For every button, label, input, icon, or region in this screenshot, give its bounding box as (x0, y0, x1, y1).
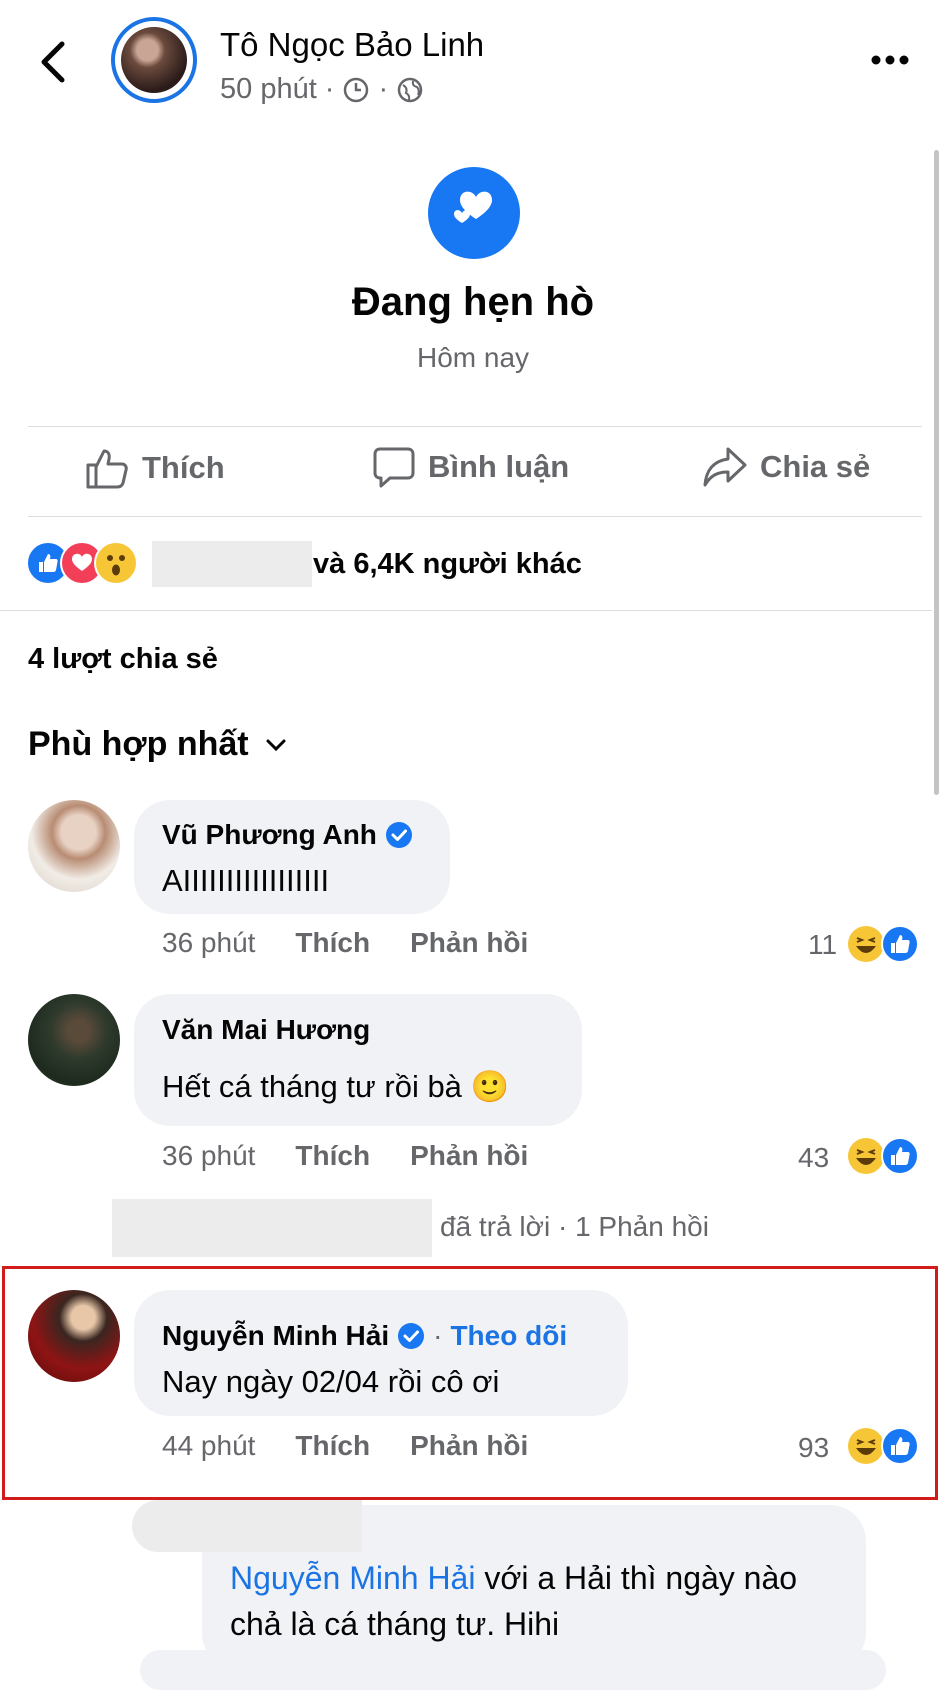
comment-like-button[interactable]: Thích (295, 1430, 370, 1462)
meta-separator: · (324, 73, 335, 105)
wow-reaction-icon (94, 541, 138, 585)
sort-label: Phù hợp nhất (28, 725, 249, 763)
author-name[interactable]: Tô Ngọc Bảo Linh (220, 26, 484, 64)
comment-button[interactable]: Bình luận (372, 445, 569, 489)
post-time[interactable]: 50 phút (220, 73, 317, 106)
scrollbar[interactable] (934, 150, 939, 795)
chevron-down-icon (266, 739, 286, 751)
comment-text: Nay ngày 02/04 rồi cô ơi (162, 1364, 500, 1399)
divider (0, 610, 932, 611)
thumbs-up-icon (86, 449, 128, 489)
comment-meta: 44 phút Thích Phản hồi (162, 1430, 528, 1462)
commenter-name-text: Vũ Phương Anh (162, 819, 377, 850)
divider (28, 426, 922, 427)
follow-separator: · (433, 1320, 443, 1351)
comment-time[interactable]: 44 phút (162, 1430, 255, 1462)
life-event-title: Đang hẹn hò (351, 280, 595, 324)
commenter-name-text: Nguyễn Minh Hải (162, 1320, 390, 1351)
verified-badge-icon (385, 822, 412, 848)
author-avatar[interactable] (121, 27, 187, 93)
clock-icon (344, 77, 369, 102)
comment-reply-button[interactable]: Phản hồi (410, 927, 528, 959)
like-label: Thích (142, 450, 225, 485)
comment-like-button[interactable]: Thích (295, 927, 370, 959)
haha-like-reaction-icons[interactable] (848, 1426, 920, 1466)
blurred-name (152, 541, 312, 587)
follow-button[interactable]: Theo dõi (450, 1320, 567, 1352)
verified-badge-icon (398, 1323, 425, 1349)
commenter-avatar[interactable] (28, 800, 120, 892)
share-label: Chia sẻ (760, 449, 871, 484)
commenter-avatar[interactable] (28, 994, 120, 1086)
commenter-name[interactable]: Văn Mai Hương (162, 1014, 370, 1046)
haha-like-reaction-icons[interactable] (848, 924, 920, 964)
comment-like-button[interactable]: Thích (295, 1140, 370, 1172)
reply-text: Nguyễn Minh Hải với a Hải thì ngày nào c… (230, 1555, 850, 1647)
sort-dropdown[interactable]: Phù hợp nhất (28, 725, 287, 764)
share-icon (703, 447, 747, 487)
comment-meta: 36 phút Thích Phản hồi (162, 927, 528, 959)
post-meta: 50 phút · · (220, 73, 424, 106)
commenter-name-text: Văn Mai Hương (162, 1014, 371, 1045)
blurred-replier (112, 1199, 432, 1257)
shares-count[interactable]: 4 lượt chia sẻ (28, 643, 218, 676)
haha-like-reaction-icons[interactable] (848, 1136, 920, 1176)
comment-text: Hết cá tháng tư rồi bà 🙂 (162, 1069, 510, 1104)
comment-time[interactable]: 36 phút (162, 927, 255, 959)
commenter-avatar[interactable] (28, 1290, 120, 1382)
commenter-name[interactable]: Vũ Phương Anh (162, 819, 413, 851)
life-event-date: Hôm nay (416, 342, 530, 373)
chevron-left-icon (41, 41, 65, 83)
reaction-count[interactable]: 43 (798, 1142, 829, 1174)
reactions-others[interactable]: và 6,4K người khác (313, 548, 582, 581)
comment-meta: 36 phút Thích Phản hồi (162, 1140, 528, 1172)
hearts-icon (428, 167, 520, 259)
divider (28, 516, 922, 517)
comment-composer[interactable] (140, 1650, 886, 1690)
comment-icon (373, 447, 415, 488)
meta-separator-2: · (378, 73, 389, 105)
blurred-reply-author (132, 1500, 362, 1552)
commenter-name[interactable]: Nguyễn Minh Hải · Theo dõi (162, 1320, 567, 1352)
reply-mention[interactable]: Nguyễn Minh Hải (230, 1560, 475, 1596)
more-horizontal-icon (871, 55, 909, 65)
reaction-count[interactable]: 93 (798, 1432, 829, 1464)
back-button[interactable] (36, 40, 72, 84)
comment-text: AIIIIIIIIIIIIIIIII (162, 863, 330, 898)
comment-reply-button[interactable]: Phản hồi (410, 1140, 528, 1172)
globe-icon (397, 77, 423, 102)
like-button[interactable]: Thích (84, 445, 225, 491)
comment-time[interactable]: 36 phút (162, 1140, 255, 1172)
view-replies-link[interactable]: đã trả lời · 1 Phản hồi (440, 1211, 709, 1243)
more-options-button[interactable] (870, 52, 910, 68)
share-button[interactable]: Chia sẻ (702, 445, 870, 489)
comment-label: Bình luận (428, 449, 570, 484)
comment-reply-button[interactable]: Phản hồi (410, 1430, 528, 1462)
reaction-count[interactable]: 11 (808, 929, 837, 961)
